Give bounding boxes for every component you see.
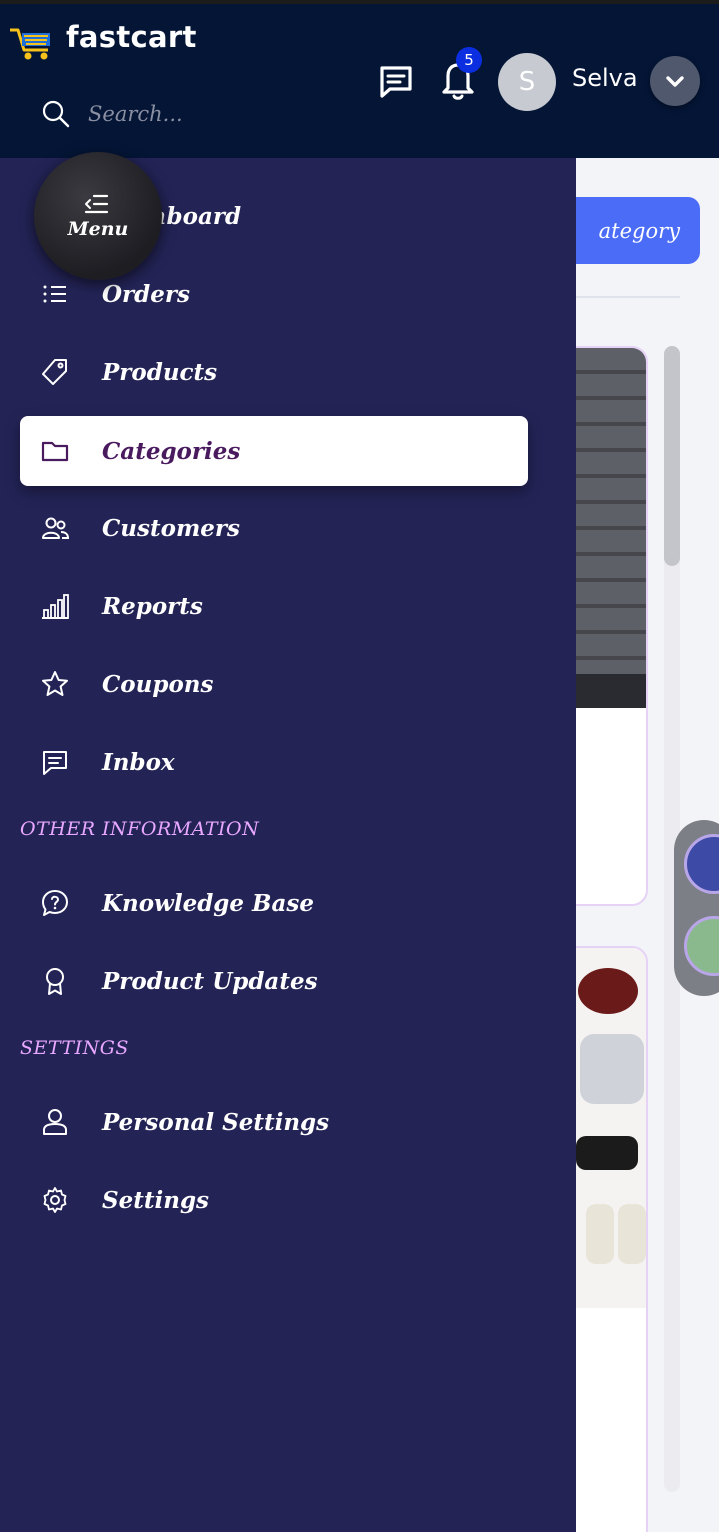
user-menu-toggle[interactable]: [650, 56, 700, 106]
messages-icon[interactable]: [376, 62, 416, 102]
sidebar-item-label: Categories: [102, 437, 241, 465]
search-bar[interactable]: [40, 94, 340, 134]
add-category-label: ategory: [598, 218, 680, 243]
star-icon: [40, 669, 70, 699]
search-input[interactable]: [88, 102, 328, 126]
scrollbar-thumb[interactable]: [664, 346, 680, 566]
user-icon: [40, 1107, 70, 1137]
sidebar-item-label: Personal Settings: [102, 1108, 330, 1136]
clothing-item: [578, 968, 638, 1014]
users-icon: [40, 513, 70, 543]
sidebar-item-categories[interactable]: Categories: [20, 416, 528, 486]
content-divider: [576, 296, 680, 298]
sidebar-item-label: Products: [102, 358, 218, 386]
floating-chat-button[interactable]: [684, 916, 719, 976]
cart-logo-icon: [10, 28, 50, 60]
sidebar-item-label: Customers: [102, 514, 240, 542]
brand-logo[interactable]: fastcart: [8, 20, 196, 62]
sidebar-item-inbox[interactable]: Inbox: [20, 727, 528, 797]
sidebar-item-label: Product Updates: [102, 967, 318, 995]
search-icon: [42, 100, 70, 128]
list-icon: [40, 279, 70, 309]
notification-count-badge: 5: [456, 47, 482, 73]
sidebar-item-personal-settings[interactable]: Personal Settings: [20, 1087, 528, 1157]
sidebar-item-label: Knowledge Base: [102, 889, 314, 917]
user-name[interactable]: Selva: [572, 64, 638, 92]
sidebar-item-reports[interactable]: Reports: [20, 571, 528, 641]
top-navbar: fastcart 5 S Selva: [0, 0, 719, 158]
message-icon: [40, 747, 70, 777]
award-icon: [40, 966, 70, 996]
sidebar-item-customers[interactable]: Customers: [20, 493, 528, 563]
tag-icon: [40, 357, 70, 387]
sidebar-item-label: Orders: [102, 280, 190, 308]
sidebar-item-knowledge-base[interactable]: Knowledge Base: [20, 868, 528, 938]
section-title-other-information: OTHER INFORMATION: [20, 818, 260, 840]
menu-toggle-label: Menu: [67, 218, 129, 240]
clothing-item: [580, 1034, 644, 1104]
sidebar-item-label: Reports: [102, 592, 203, 620]
floating-widget-tab[interactable]: [674, 820, 719, 996]
sidebar-item-products[interactable]: Products: [20, 337, 528, 407]
sidebar-item-label: Settings: [102, 1186, 209, 1214]
menu-collapse-icon: [84, 194, 109, 214]
clothing-item: [576, 1136, 638, 1170]
sidebar-item-product-updates[interactable]: Product Updates: [20, 946, 528, 1016]
clothing-item: [586, 1204, 614, 1264]
chevron-down-icon: [666, 76, 684, 87]
clothing-item: [618, 1204, 646, 1264]
brand-name: fastcart: [66, 20, 197, 54]
sidebar-item-label: Inbox: [102, 748, 175, 776]
sidebar-item-settings[interactable]: Settings: [20, 1165, 528, 1235]
sidebar-item-coupons[interactable]: Coupons: [20, 649, 528, 719]
top-edge: [0, 0, 719, 4]
section-title-settings: SETTINGS: [20, 1037, 129, 1059]
help-chat-icon: [40, 888, 70, 918]
menu-toggle-button[interactable]: Menu: [34, 152, 162, 280]
folder-icon: [40, 436, 70, 466]
bar-chart-icon: [40, 591, 70, 621]
gear-icon: [40, 1185, 70, 1215]
sidebar-item-label: Coupons: [102, 670, 214, 698]
floating-widget-button[interactable]: [684, 834, 719, 894]
user-avatar[interactable]: S: [498, 53, 556, 111]
